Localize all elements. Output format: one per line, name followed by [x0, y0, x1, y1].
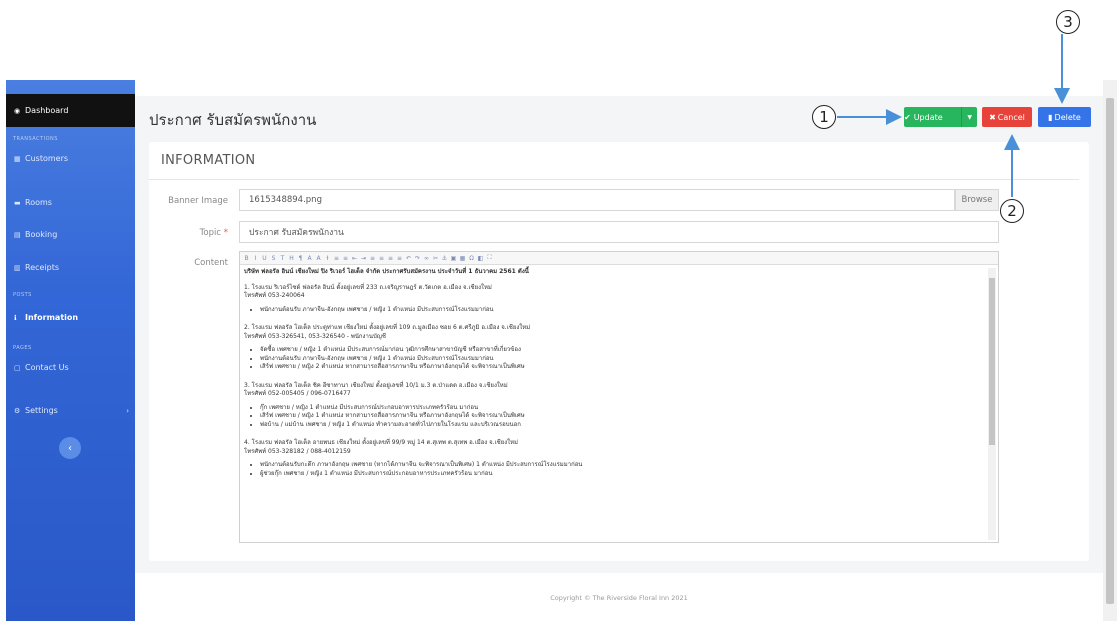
callout-3: 3 — [1056, 10, 1080, 34]
callout-2: 2 — [1000, 199, 1024, 223]
annotation-arrows — [837, 34, 1070, 197]
callout-1: 1 — [812, 105, 836, 129]
